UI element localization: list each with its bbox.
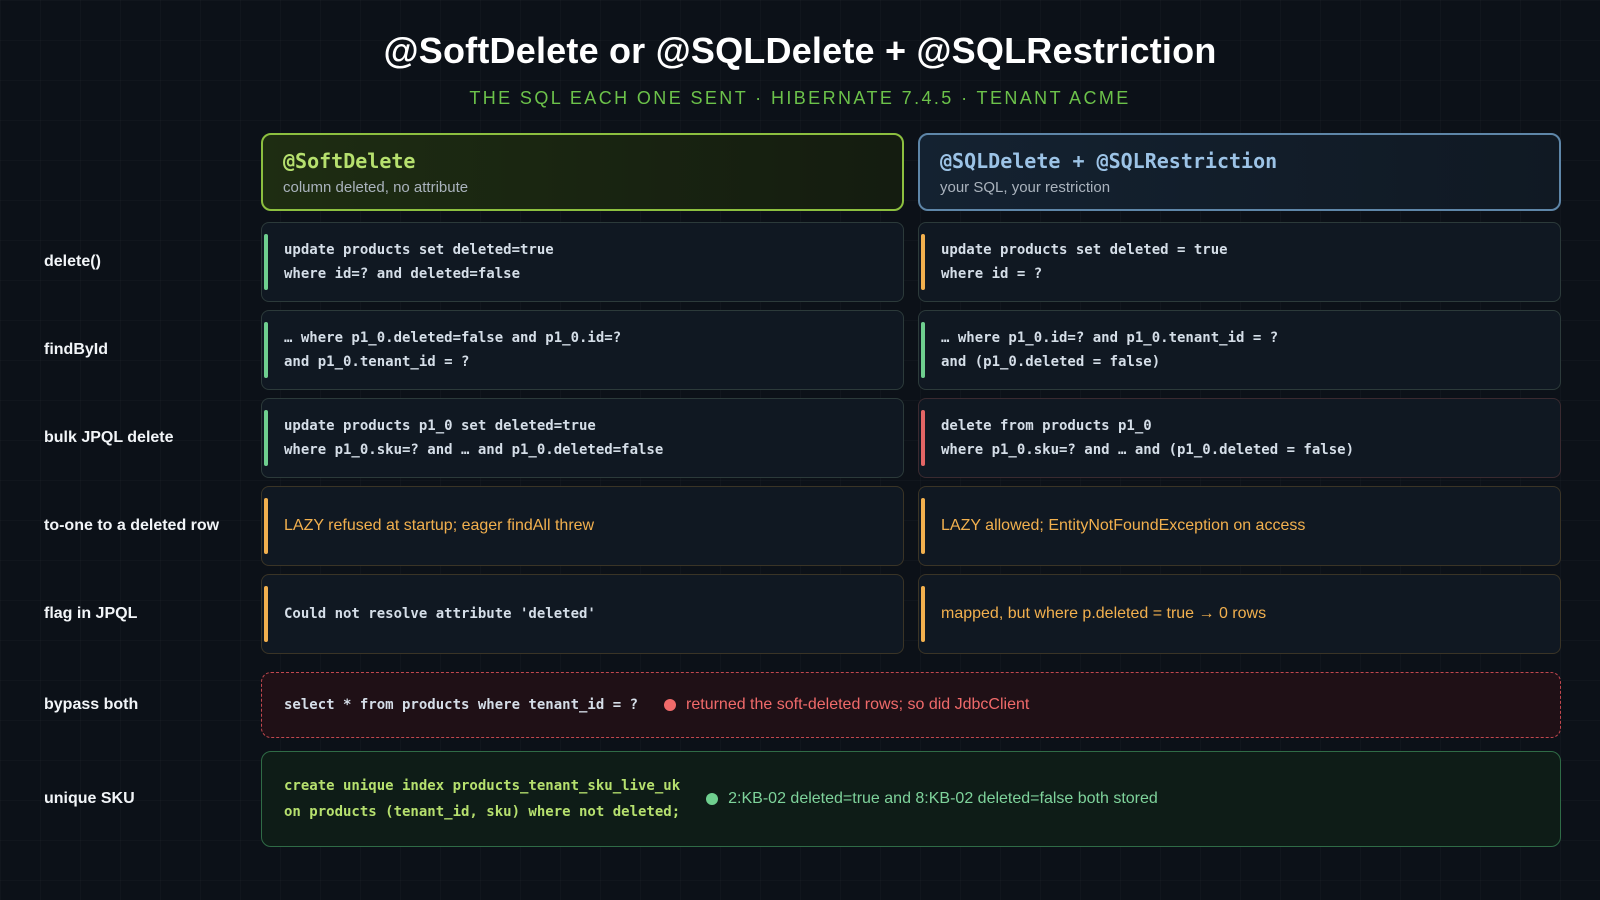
- column-name: @SoftDelete: [283, 149, 416, 173]
- row-label-delete: delete(): [44, 253, 101, 270]
- status-bar-green: [264, 410, 268, 466]
- bypass-message: returned the soft-deleted rows; so did J…: [686, 696, 1030, 713]
- cell-sqldelete-flag: mapped, but where p.deleted = true → 0 r…: [918, 574, 1561, 654]
- unique-sku-panel: create unique index products_tenant_sku_…: [261, 751, 1561, 847]
- status-bar-amber: [264, 586, 268, 642]
- sql-text: … where p1_0.id=? and p1_0.tenant_id = ?…: [941, 330, 1279, 370]
- status-bar-red: [921, 410, 925, 466]
- note-text: mapped, but where p.deleted = true → 0 r…: [941, 605, 1267, 622]
- sql-text: delete from products p1_0 where p1_0.sku…: [941, 418, 1355, 458]
- note-text: LAZY allowed; EntityNotFoundException on…: [941, 517, 1306, 534]
- unique-message: 2:KB-02 deleted=true and 8:KB-02 deleted…: [728, 790, 1158, 807]
- cell-softdelete-flag: Could not resolve attribute 'deleted': [261, 574, 904, 654]
- sql-text: Could not resolve attribute 'deleted': [284, 606, 596, 622]
- cell-sqldelete-delete: update products set deleted = true where…: [918, 222, 1561, 302]
- page-subtitle: THE SQL EACH ONE SENT · HIBERNATE 7.4.5 …: [469, 88, 1131, 108]
- status-bar-green: [264, 322, 268, 378]
- cell-softdelete-bulk: update products p1_0 set deleted=true wh…: [261, 398, 904, 478]
- sql-text: update products set deleted = true where…: [941, 242, 1228, 282]
- status-bar-amber: [264, 498, 268, 554]
- cell-sqldelete-bulk: delete from products p1_0 where p1_0.sku…: [918, 398, 1561, 478]
- status-bar-green: [921, 322, 925, 378]
- column-description: your SQL, your restriction: [940, 179, 1111, 196]
- status-dot-red: [664, 699, 677, 711]
- status-dot-green: [706, 793, 719, 805]
- bypass-panel: select * from products where tenant_id =…: [261, 672, 1561, 738]
- column-name: @SQLDelete + @SQLRestriction: [940, 149, 1278, 173]
- sql-text: select * from products where tenant_id =…: [284, 697, 639, 713]
- cell-softdelete-to-one: LAZY refused at startup; eager findAll t…: [261, 486, 904, 566]
- row-label-flag-in-jpql: flag in JPQL: [44, 605, 138, 622]
- status-bar-amber: [921, 586, 925, 642]
- row-label-to-one: to-one to a deleted row: [44, 517, 220, 534]
- row-label-findbyid: findById: [44, 341, 108, 358]
- status-bar-amber: [921, 498, 925, 554]
- row-label-bypass-both: bypass both: [44, 696, 139, 713]
- cell-softdelete-findbyid: … where p1_0.deleted=false and p1_0.id=?…: [261, 310, 904, 390]
- column-header-softdelete: @SoftDelete column deleted, no attribute: [261, 133, 904, 211]
- cell-softdelete-delete: update products set deleted=true where i…: [261, 222, 904, 302]
- column-header-sqldelete: @SQLDelete + @SQLRestriction your SQL, y…: [918, 133, 1561, 211]
- row-label-bulk-jpql-delete: bulk JPQL delete: [44, 429, 174, 446]
- column-description: column deleted, no attribute: [283, 179, 469, 196]
- sql-text: update products p1_0 set deleted=true wh…: [284, 418, 664, 458]
- note-text: LAZY refused at startup; eager findAll t…: [284, 517, 595, 534]
- sql-text: … where p1_0.deleted=false and p1_0.id=?…: [284, 330, 622, 370]
- cell-sqldelete-to-one: LAZY allowed; EntityNotFoundException on…: [918, 486, 1561, 566]
- sql-text: create unique index products_tenant_sku_…: [284, 778, 681, 820]
- status-bar-amber: [921, 234, 925, 290]
- row-label-unique-sku: unique SKU: [44, 790, 135, 807]
- status-bar-green: [264, 234, 268, 290]
- sql-text: update products set deleted=true where i…: [284, 242, 554, 282]
- cell-sqldelete-findbyid: … where p1_0.id=? and p1_0.tenant_id = ?…: [918, 310, 1561, 390]
- page-title: @SoftDelete or @SQLDelete + @SQLRestrict…: [383, 30, 1217, 71]
